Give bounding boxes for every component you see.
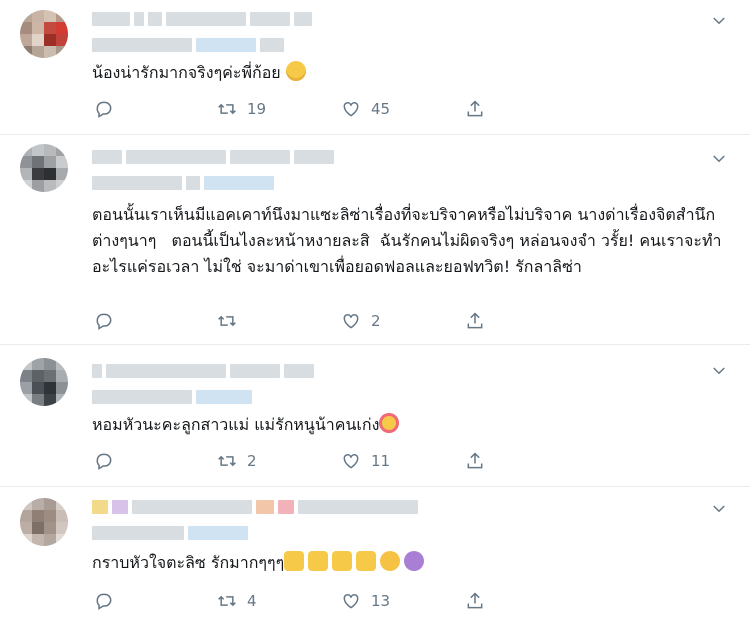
tweet-actions: 2 — [92, 310, 492, 332]
tweet-text: กราบหัวใจตะลิซ รักมากๆๆๆ — [92, 550, 724, 576]
retweet-icon — [218, 315, 236, 327]
like-button[interactable]: 2 — [341, 310, 381, 332]
redacted-handle — [92, 390, 252, 404]
reply-button[interactable] — [94, 98, 124, 120]
like-count: 45 — [371, 100, 391, 118]
folded-hands-emoji — [284, 551, 305, 571]
redacted-handle — [92, 526, 248, 540]
heart-icon — [343, 101, 359, 117]
redacted-username — [92, 12, 312, 26]
redacted-username — [92, 150, 334, 164]
like-count: 11 — [371, 452, 391, 470]
heart-icon — [343, 313, 359, 329]
share-icon — [467, 100, 483, 117]
retweet-icon — [218, 455, 236, 467]
share-button[interactable] — [465, 310, 485, 332]
chevron-down-icon[interactable] — [710, 150, 728, 168]
reply-icon — [96, 593, 112, 610]
tweet-actions: 19 45 — [92, 98, 492, 120]
tweet-text: ตอนนั้นเราเห็นมีแอคเคาท์นึงมาแซะลิซ่าเรื… — [92, 205, 722, 276]
like-button[interactable]: 11 — [341, 450, 390, 472]
retweet-count: 19 — [247, 100, 267, 118]
redacted-username — [92, 364, 314, 378]
tweet-2[interactable]: ตอนนั้นเราเห็นมีแอคเคาท์นึงมาแซะลิซ่าเรื… — [0, 134, 750, 345]
chevron-down-icon[interactable] — [710, 500, 728, 518]
share-button[interactable] — [465, 98, 485, 120]
tweet-3[interactable]: หอมหัวนะคะลูกสาวแม่ แม่รักหนูน้าคนเก่ง 2… — [0, 344, 750, 487]
chevron-down-icon[interactable] — [710, 362, 728, 380]
purple-heart-emoji — [404, 551, 425, 571]
reply-icon — [96, 101, 112, 118]
like-count: 2 — [371, 312, 381, 330]
share-icon — [467, 312, 483, 329]
tweet-text: น้องน่ารักมากจริงๆค่ะพี่ก้อย — [92, 60, 724, 86]
like-button[interactable]: 13 — [341, 590, 390, 612]
heart-icon — [343, 453, 359, 469]
folded-hands-emoji — [308, 551, 329, 571]
avatar[interactable] — [20, 498, 68, 546]
chevron-down-icon[interactable] — [710, 12, 728, 30]
reply-icon — [96, 313, 112, 330]
relieved-face-emoji — [285, 61, 306, 81]
yellow-heart-emoji — [380, 551, 401, 571]
share-button[interactable] — [465, 450, 485, 472]
tweet-text: หอมหัวนะคะลูกสาวแม่ แม่รักหนูน้าคนเก่ง — [92, 412, 724, 438]
share-icon — [467, 452, 483, 469]
redacted-handle — [92, 38, 284, 52]
redacted-handle — [92, 176, 274, 190]
tweet-1[interactable]: น้องน่ารักมากจริงๆค่ะพี่ก้อย 19 45 — [0, 0, 750, 135]
folded-hands-emoji — [356, 551, 377, 571]
retweet-count: 2 — [247, 452, 257, 470]
like-count: 13 — [371, 592, 391, 610]
tweet-actions: 2 11 — [92, 450, 492, 472]
tweet-actions: 4 13 — [92, 590, 492, 612]
avatar[interactable] — [20, 10, 68, 58]
reply-icon — [96, 453, 112, 470]
folded-hands-emoji — [332, 551, 353, 571]
avatar[interactable] — [20, 144, 68, 192]
retweet-count: 4 — [247, 592, 257, 610]
reply-button[interactable] — [94, 450, 124, 472]
retweet-icon — [218, 103, 236, 115]
reply-button[interactable] — [94, 590, 124, 612]
avatar[interactable] — [20, 358, 68, 406]
retweet-button[interactable]: 19 — [217, 98, 266, 120]
share-button[interactable] — [465, 590, 485, 612]
redacted-username — [92, 500, 418, 514]
retweet-button[interactable]: 4 — [217, 590, 257, 612]
reply-button[interactable] — [94, 310, 124, 332]
retweet-icon — [218, 595, 236, 607]
heart-icon — [343, 593, 359, 609]
retweet-button[interactable]: 2 — [217, 450, 257, 472]
like-button[interactable]: 45 — [341, 98, 390, 120]
kissing-face-emoji — [379, 413, 400, 433]
share-icon — [467, 592, 483, 609]
tweet-4[interactable]: กราบหัวใจตะลิซ รักมากๆๆๆ 4 13 — [0, 486, 750, 626]
retweet-button[interactable] — [217, 310, 247, 332]
